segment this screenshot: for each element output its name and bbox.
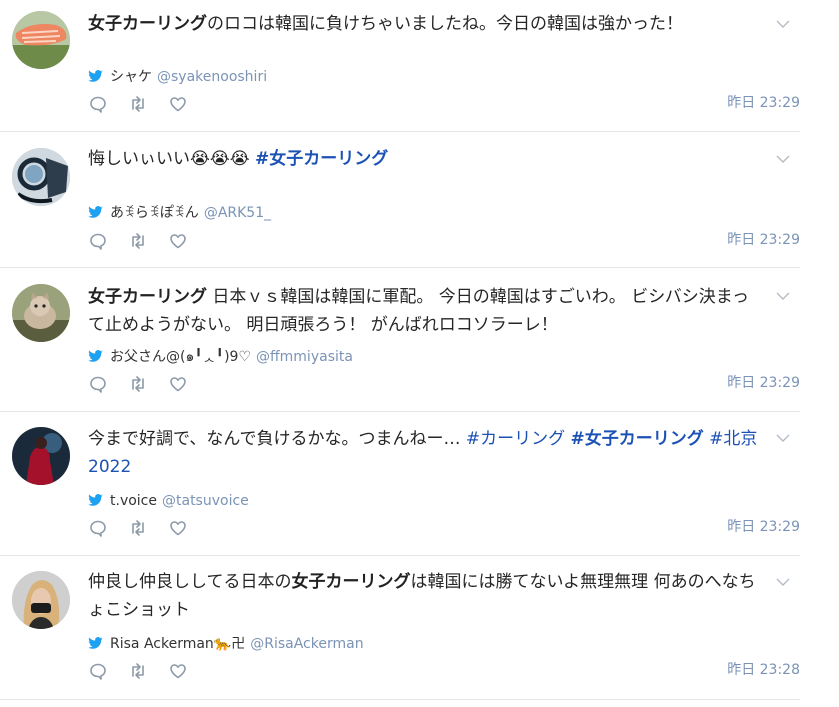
author-handle[interactable]: @ffmmiyasita	[256, 349, 353, 365]
tweet-timestamp[interactable]: 昨日 23:29	[727, 374, 800, 392]
like-icon[interactable]	[168, 231, 188, 251]
tweet-text: 今まで好調で、なんで負けるかな。つまんねー… #カーリング #女子カーリング #…	[88, 425, 760, 481]
reply-icon[interactable]	[88, 94, 108, 114]
retweet-icon[interactable]	[128, 231, 148, 251]
twitter-bird-icon	[88, 350, 103, 362]
reply-icon[interactable]	[88, 518, 108, 538]
chevron-down-icon[interactable]	[776, 428, 790, 442]
avatar[interactable]	[12, 427, 70, 485]
tweet-author: t.voice @tatsuvoice	[88, 492, 249, 510]
author-name[interactable]: あꉂらꉂぽꉂん	[110, 205, 199, 221]
avatar[interactable]	[12, 284, 70, 342]
tweet-text-part: のロコは韓国に負けちゃいましたね。今日の韓国は強かった！	[207, 14, 683, 34]
retweet-icon[interactable]	[128, 94, 148, 114]
tweet-card[interactable]: 悔しいぃいい😭😭😭 #女子カーリング あꉂらꉂぽꉂん @ARK51_ 昨日 23:…	[0, 131, 800, 268]
tweet-card[interactable]: 女子カーリングのロコは韓国に負けちゃいましたね。今日の韓国は強かった！ シャケ @…	[0, 0, 800, 132]
avatar[interactable]	[12, 148, 70, 206]
tweet-timestamp[interactable]: 昨日 23:29	[727, 231, 800, 249]
retweet-icon[interactable]	[128, 661, 148, 681]
like-icon[interactable]	[168, 518, 188, 538]
retweet-icon[interactable]	[128, 518, 148, 538]
author-name[interactable]: お父さん@(๑╹ᆺ╹)9♡	[110, 349, 251, 365]
tweet-text-part: 女子カーリング	[291, 572, 411, 592]
reply-icon[interactable]	[88, 374, 108, 394]
tweet-card[interactable]: 今まで好調で、なんで負けるかな。つまんねー… #カーリング #女子カーリング #…	[0, 411, 800, 556]
author-handle[interactable]: @tatsuvoice	[162, 493, 249, 509]
like-icon[interactable]	[168, 374, 188, 394]
chevron-down-icon[interactable]	[776, 149, 790, 163]
chevron-down-icon[interactable]	[776, 14, 790, 28]
tweet-text: 悔しいぃいい😭😭😭 #女子カーリング	[88, 145, 760, 173]
avatar[interactable]	[12, 571, 70, 629]
twitter-bird-icon	[88, 70, 103, 82]
tweet-text-part: 今まで好調で、なんで負けるかな。つまんねー…	[88, 429, 466, 449]
author-handle[interactable]: @RisaAckerman	[250, 636, 363, 652]
tweet-author: お父さん@(๑╹ᆺ╹)9♡ @ffmmiyasita	[88, 348, 353, 366]
tweet-text: 仲良し仲良ししてる日本の女子カーリングは韓国には勝てないよ無理無理 何あのへなち…	[88, 568, 760, 624]
tweet-author: あꉂらꉂぽꉂん @ARK51_	[88, 204, 271, 222]
twitter-bird-icon	[88, 637, 103, 649]
tweet-author: Risa Ackerman🐆卍 @RisaAckerman	[88, 635, 364, 653]
author-name[interactable]: シャケ	[110, 69, 152, 85]
tweet-text-part: 女子カーリング	[88, 287, 207, 307]
tweet-text: 女子カーリング 日本ｖｓ韓国は韓国に軍配。 今日の韓国はすごいわ。 ビシバシ決ま…	[88, 283, 760, 339]
avatar[interactable]	[12, 11, 70, 69]
reply-icon[interactable]	[88, 661, 108, 681]
author-handle[interactable]: @ARK51_	[204, 205, 271, 221]
author-handle[interactable]: @syakenooshiri	[157, 69, 267, 85]
chevron-down-icon[interactable]	[776, 286, 790, 300]
like-icon[interactable]	[168, 94, 188, 114]
reply-icon[interactable]	[88, 231, 108, 251]
author-name[interactable]: t.voice	[110, 493, 157, 509]
tweet-text-part: 女子カーリング	[88, 14, 207, 34]
tweet-text-part: 悔しいぃいい😭😭😭	[88, 149, 255, 169]
chevron-down-icon[interactable]	[776, 572, 790, 586]
tweet-text: 女子カーリングのロコは韓国に負けちゃいましたね。今日の韓国は強かった！	[88, 10, 760, 38]
twitter-bird-icon	[88, 494, 103, 506]
author-name[interactable]: Risa Ackerman🐆卍	[110, 636, 245, 652]
tweet-card[interactable]: 女子カーリング 日本ｖｓ韓国は韓国に軍配。 今日の韓国はすごいわ。 ビシバシ決ま…	[0, 267, 800, 412]
tweet-author: シャケ @syakenooshiri	[88, 68, 267, 86]
hashtag-link[interactable]: #女子カーリング	[255, 149, 388, 169]
tweet-timestamp[interactable]: 昨日 23:29	[727, 94, 800, 112]
twitter-bird-icon	[88, 206, 103, 218]
hashtag-link[interactable]: #女子カーリング	[571, 429, 704, 449]
like-icon[interactable]	[168, 661, 188, 681]
tweet-timestamp[interactable]: 昨日 23:28	[727, 661, 800, 679]
tweet-feed: 女子カーリングのロコは韓国に負けちゃいましたね。今日の韓国は強かった！ シャケ @…	[0, 0, 839, 707]
retweet-icon[interactable]	[128, 374, 148, 394]
hashtag-link[interactable]: #カーリング	[466, 429, 565, 449]
tweet-text-part: 仲良し仲良ししてる日本の	[88, 572, 292, 592]
tweet-timestamp[interactable]: 昨日 23:29	[727, 518, 800, 536]
tweet-card[interactable]: 仲良し仲良ししてる日本の女子カーリングは韓国には勝てないよ無理無理 何あのへなち…	[0, 555, 800, 700]
